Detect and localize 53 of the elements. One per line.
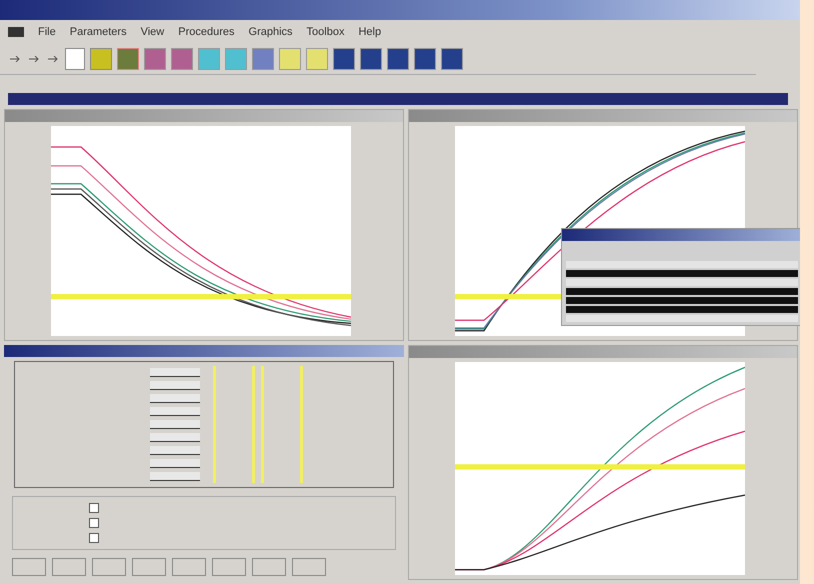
dropdown-field[interactable] (150, 433, 200, 442)
menu-item[interactable]: Toolbox (306, 26, 344, 38)
menu-item[interactable]: Procedures (178, 26, 235, 38)
dropdown-field[interactable] (150, 446, 200, 455)
highlighted-cell (213, 431, 255, 444)
dialog-button[interactable] (12, 558, 46, 576)
menu-item[interactable]: File (38, 26, 56, 38)
toolbar-button[interactable] (441, 48, 463, 70)
highlighted-cell (261, 444, 303, 457)
checkbox[interactable] (89, 518, 99, 528)
arrow-icon (10, 56, 20, 62)
menu-item[interactable]: Graphics (248, 26, 293, 38)
dropdown-field[interactable] (150, 381, 200, 390)
dialog-button[interactable] (132, 558, 166, 576)
highlighted-cell (261, 405, 303, 418)
dropdown-field[interactable] (150, 472, 200, 481)
checkbox[interactable] (89, 503, 99, 513)
toolbar-button[interactable] (360, 48, 382, 70)
highlighted-cell (213, 418, 255, 431)
highlighted-cell (213, 444, 255, 457)
dialog-button[interactable] (212, 558, 246, 576)
highlighted-cell (213, 405, 255, 418)
menu-item[interactable]: View (140, 26, 164, 38)
toolbar-button[interactable] (414, 48, 436, 70)
highlighted-cell (213, 470, 255, 483)
dialog-button[interactable] (92, 558, 126, 576)
dialog-button[interactable] (172, 558, 206, 576)
dialog-button[interactable] (292, 558, 326, 576)
arrow-icon (48, 56, 58, 62)
highlighted-cell (261, 418, 303, 431)
menu-item[interactable]: Help (358, 26, 382, 38)
highlighted-cell (261, 431, 303, 444)
highlighted-cell (261, 392, 303, 405)
dropdown-field[interactable] (150, 459, 200, 468)
toolbar-button[interactable] (333, 48, 355, 70)
checkbox[interactable] (89, 533, 99, 543)
dropdown-field[interactable] (150, 420, 200, 429)
highlighted-cell (213, 392, 255, 405)
dialog-button[interactable] (52, 558, 86, 576)
highlighted-cell (213, 379, 255, 392)
dropdown-field[interactable] (150, 407, 200, 416)
dialog-button[interactable] (252, 558, 286, 576)
dropdown-field[interactable] (150, 368, 200, 377)
toolbar-button[interactable] (65, 48, 85, 70)
highlighted-cell (261, 470, 303, 483)
highlighted-cell (213, 457, 255, 470)
menu-item[interactable]: Parameters (70, 26, 127, 38)
arrow-icon (29, 56, 39, 62)
dropdown-field[interactable] (150, 394, 200, 403)
logo-icon (8, 27, 24, 37)
toolbar-button[interactable] (387, 48, 409, 70)
highlighted-cell (261, 379, 303, 392)
highlighted-cell (261, 457, 303, 470)
